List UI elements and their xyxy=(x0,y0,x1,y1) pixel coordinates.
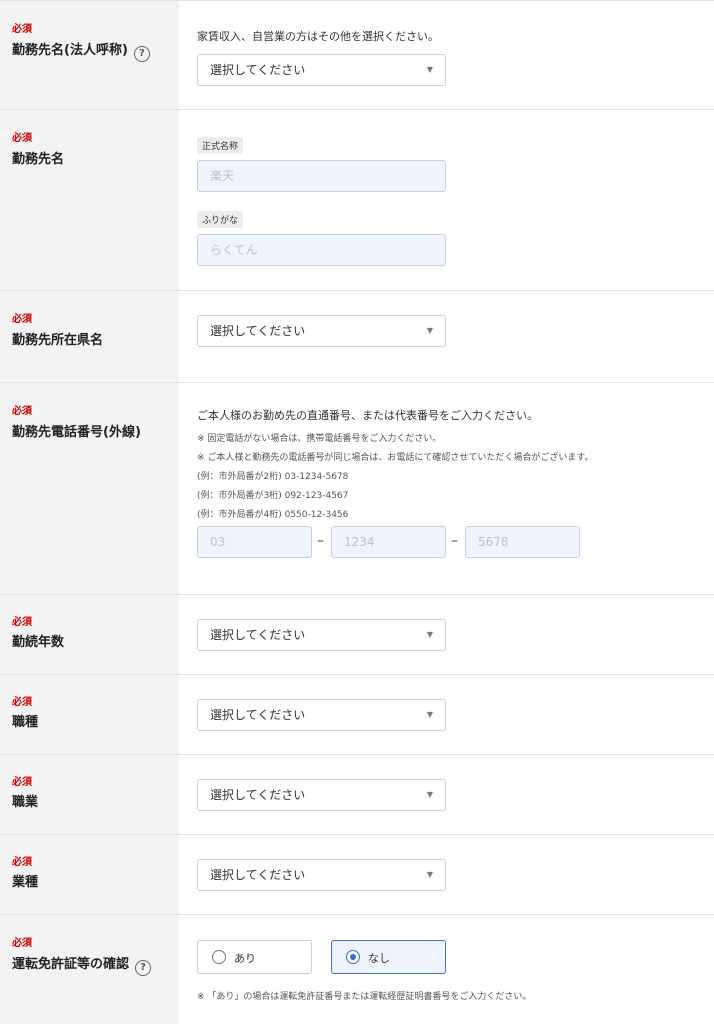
dropdown-arrow-icon: ▼ xyxy=(426,790,433,799)
company-type-select[interactable]: 選択してください ▼ xyxy=(197,54,446,86)
field-title: 勤務先電話番号(外線) xyxy=(12,425,141,440)
industry-select[interactable]: 選択してください ▼ xyxy=(197,859,446,891)
field-title: 勤務先所在県名 xyxy=(12,333,104,348)
field-title: 勤続年数 xyxy=(12,635,65,650)
occupation-select[interactable]: 選択してください ▼ xyxy=(197,779,446,811)
dropdown-arrow-icon: ▼ xyxy=(426,870,433,879)
required-badge: 必須 xyxy=(12,314,32,325)
field-title: 業種 xyxy=(12,875,39,890)
field-label-cell: 必須 勤務先名 xyxy=(0,110,179,290)
license-option-yes[interactable]: あり xyxy=(197,940,312,974)
required-badge: 必須 xyxy=(12,406,32,417)
company-name-input[interactable]: 楽天 xyxy=(197,160,446,192)
radio-on-icon xyxy=(346,950,360,964)
help-icon[interactable]: ? xyxy=(135,960,152,976)
field-title: 職種 xyxy=(12,715,39,730)
field-row-license: 必須 運転免許証等の確認? あり なし ※ 「あり」の場合は運転免許証番号または… xyxy=(0,914,714,1024)
phone-part3-input[interactable]: 5678 xyxy=(465,526,580,558)
required-badge: 必須 xyxy=(12,133,32,144)
field-label-cell: 必須 職業 xyxy=(0,755,179,834)
radio-label: なし xyxy=(368,952,390,965)
example-line: (例：市外局番が3桁) 092-123-4567 xyxy=(197,491,349,501)
dropdown-arrow-icon: ▼ xyxy=(426,65,433,74)
field-label-cell: 必須 職種 xyxy=(0,675,179,754)
dropdown-arrow-icon: ▼ xyxy=(426,630,433,639)
required-badge: 必須 xyxy=(12,24,32,35)
field-row-job-type: 必須 職種 選択してください ▼ xyxy=(0,674,714,754)
field-row-years: 必須 勤続年数 選択してください ▼ xyxy=(0,594,714,674)
field-title: 運転免許証等の確認? xyxy=(12,953,152,976)
official-name-tag: 正式名称 xyxy=(197,137,244,154)
field-row-occupation: 必須 職業 選択してください ▼ xyxy=(0,754,714,834)
phone-separator: – xyxy=(451,533,458,549)
radio-label: あり xyxy=(234,952,256,965)
required-badge: 必須 xyxy=(12,697,32,708)
prefecture-select[interactable]: 選択してください ▼ xyxy=(197,315,446,347)
radio-off-icon xyxy=(212,950,226,964)
help-icon[interactable]: ? xyxy=(133,46,150,62)
years-select[interactable]: 選択してください ▼ xyxy=(197,619,446,651)
field-row-industry: 必須 業種 選択してください ▼ xyxy=(0,834,714,914)
field-label-cell: 必須 業種 xyxy=(0,835,179,914)
field-note: ※ 「あり」の場合は運転免許証番号または運転経歴証明書番号をご入力ください。 xyxy=(197,992,532,1002)
field-row-prefecture: 必須 勤務先所在県名 選択してください ▼ xyxy=(0,290,714,382)
field-note: 家賃収入、自営業の方はその他を選択ください。 xyxy=(197,30,439,43)
phone-part1-input[interactable]: 03 xyxy=(197,526,312,558)
required-badge: 必須 xyxy=(12,938,32,949)
example-line: (例：市外局番が4桁) 0550-12-3456 xyxy=(197,510,349,520)
field-label-cell: 必須 運転免許証等の確認? xyxy=(0,915,179,1024)
example-line: (例：市外局番が2桁) 03-1234-5678 xyxy=(197,472,349,482)
note-line: ※ 固定電話がない場合は、携帯電話番号をご入力ください。 xyxy=(197,434,442,444)
field-label-cell: 必須 勤務先名(法人呼称)? xyxy=(0,1,179,109)
license-option-no[interactable]: なし xyxy=(331,940,446,974)
field-row-company-name: 必須 勤務先名 正式名称 楽天 ふりがな らくてん xyxy=(0,109,714,290)
field-title: 勤務先名(法人呼称)? xyxy=(12,39,150,62)
phone-part2-input[interactable]: 1234 xyxy=(331,526,446,558)
field-title: 勤務先名 xyxy=(12,152,65,167)
dropdown-arrow-icon: ▼ xyxy=(426,710,433,719)
field-label-cell: 必須 勤務先所在県名 xyxy=(0,291,179,382)
required-badge: 必須 xyxy=(12,777,32,788)
field-title: 職業 xyxy=(12,795,39,810)
field-label-cell: 必須 勤続年数 xyxy=(0,595,179,674)
field-note: ご本人様のお勤め先の直通番号、または代表番号をご入力ください。 xyxy=(197,409,538,422)
company-kana-input[interactable]: らくてん xyxy=(197,234,446,266)
required-badge: 必須 xyxy=(12,617,32,628)
field-row-phone: 必須 勤務先電話番号(外線) ご本人様のお勤め先の直通番号、または代表番号をご入… xyxy=(0,382,714,594)
field-label-cell: 必須 勤務先電話番号(外線) xyxy=(0,383,179,594)
note-line: ※ ご本人様と勤務先の電話番号が同じ場合は、お電話にて確認させていただく場合がご… xyxy=(197,453,594,463)
furigana-tag: ふりがな xyxy=(197,211,244,228)
field-row-company-type: 必須 勤務先名(法人呼称)? 家賃収入、自営業の方はその他を選択ください。 選択… xyxy=(0,0,714,109)
dropdown-arrow-icon: ▼ xyxy=(426,326,433,335)
required-badge: 必須 xyxy=(12,857,32,868)
job-type-select[interactable]: 選択してください ▼ xyxy=(197,699,446,731)
phone-separator: – xyxy=(317,533,324,549)
